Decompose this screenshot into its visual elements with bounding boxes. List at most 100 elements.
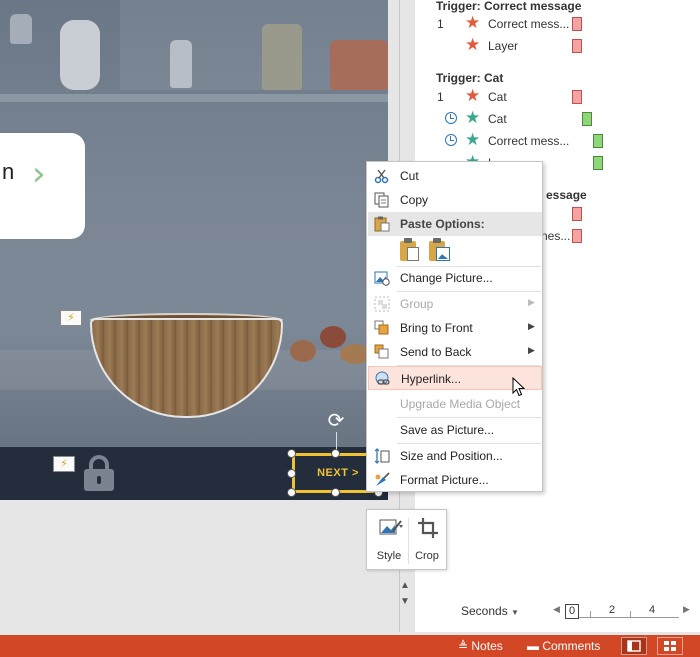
resize-handle[interactable] [287, 469, 296, 478]
menu-item-label: Bring to Front [400, 321, 473, 335]
menu-item-label: Change Picture... [400, 271, 493, 285]
style-button[interactable]: Style [371, 514, 407, 568]
context-menu: Cut Copy Paste Options: Change Picture..… [366, 161, 543, 492]
speech-text: n [2, 159, 15, 184]
menu-item-label: Copy [400, 193, 429, 207]
picture-style-icon [379, 517, 403, 539]
timing-bar[interactable] [572, 207, 582, 221]
paste-keep-formatting-icon[interactable] [397, 237, 423, 263]
menu-item-change-picture[interactable]: Change Picture... [368, 266, 542, 290]
timing-bar[interactable] [572, 229, 582, 243]
seconds-label: Seconds [461, 604, 508, 618]
comments-button[interactable]: ▬ Comments [527, 638, 600, 654]
emphasis-star-icon: ★ [465, 130, 481, 150]
resize-handle[interactable] [331, 488, 340, 497]
menu-item-label: Save as Picture... [400, 423, 495, 437]
menu-item-size-and-position[interactable]: Size and Position... [368, 444, 542, 468]
animation-row[interactable]: ★ Cat [415, 108, 700, 129]
menu-item-label: Format Picture... [400, 473, 489, 487]
trigger-title[interactable]: Trigger: Correct message [436, 0, 581, 13]
entrance-star-icon: ★ [465, 13, 481, 33]
tick-mark [590, 611, 591, 617]
notes-icon: ≜ [458, 639, 472, 653]
timing-bar[interactable] [582, 112, 592, 126]
jar-decoration [170, 40, 192, 88]
clipboard-page [407, 247, 419, 261]
animation-name: Cat [488, 112, 507, 126]
resize-handle[interactable] [287, 488, 296, 497]
crop-button[interactable]: Crop [409, 514, 445, 568]
menu-item-send-to-back[interactable]: Send to Back ▶ [368, 340, 542, 364]
entrance-star-icon: ★ [465, 86, 481, 106]
notes-button[interactable]: ≜ Notes [458, 638, 503, 654]
rotate-handle-icon[interactable]: ⟳ [325, 410, 347, 432]
resize-handle[interactable] [287, 449, 296, 458]
clock-icon [445, 134, 457, 146]
menu-item-label: Upgrade Media Object [400, 397, 521, 411]
send-to-back-icon [374, 344, 390, 360]
trigger-lightning-icon[interactable]: ⚡ [53, 456, 75, 472]
slide[interactable]: n › ⚡ ⚡ ⟳ NEXT > [0, 0, 388, 500]
copy-icon [374, 192, 390, 208]
timeline-tick: 4 [649, 604, 656, 616]
seconds-dropdown[interactable]: Seconds ▼ [461, 604, 519, 618]
fruit-decoration [320, 326, 346, 348]
timing-bar[interactable] [572, 90, 582, 104]
clock-icon [445, 112, 457, 124]
slide-sorter-view-button[interactable] [657, 637, 683, 655]
timing-bar[interactable] [572, 39, 582, 53]
emphasis-star-icon: ★ [465, 108, 481, 128]
menu-item-copy[interactable]: Copy [368, 188, 542, 212]
timeline-right-arrow-icon[interactable]: ▶ [683, 604, 690, 615]
animation-row[interactable]: ★ Layer [415, 35, 700, 56]
paste-as-picture-icon[interactable] [426, 237, 452, 263]
clipboard-picture [436, 247, 450, 261]
lock-icon[interactable] [84, 455, 114, 493]
submenu-arrow-icon: ▶ [528, 345, 535, 355]
mouse-pointer-icon [512, 377, 526, 397]
scroll-up-icon[interactable]: ▲ [400, 580, 410, 591]
submenu-arrow-icon: ▶ [528, 297, 535, 307]
size-position-icon [374, 448, 390, 464]
chevron-right-icon: › [32, 154, 46, 194]
jar-decoration [60, 20, 100, 90]
animation-row[interactable]: 1 ★ Correct mess... [415, 13, 700, 34]
animation-name: Correct mess... [488, 134, 570, 148]
menu-item-label: Paste Options: [400, 217, 485, 231]
animation-row[interactable]: ★ Correct mess... [415, 130, 700, 151]
menu-item-bring-to-front[interactable]: Bring to Front ▶ [368, 316, 542, 340]
animation-name: nes... [541, 229, 571, 243]
animation-row[interactable]: 1 ★ Cat [415, 86, 700, 107]
trigger-title[interactable]: essage [546, 188, 587, 202]
animation-number: 1 [437, 17, 444, 31]
trigger-title[interactable]: Trigger: Cat [436, 71, 503, 85]
timeline-left-arrow-icon[interactable]: ◀ [553, 604, 560, 615]
crop-icon [417, 517, 439, 539]
animation-number: 1 [437, 90, 444, 104]
menu-item-cut[interactable]: Cut [368, 164, 542, 188]
trigger-lightning-icon[interactable]: ⚡ [60, 310, 82, 326]
scroll-down-icon[interactable]: ▼ [400, 596, 410, 607]
scissors-icon [374, 168, 390, 184]
resize-handle[interactable] [331, 449, 340, 458]
menu-item-format-picture[interactable]: Format Picture... [368, 468, 542, 492]
timeline-tick: 0 [565, 604, 579, 619]
timeline-tick: 2 [609, 604, 616, 616]
entrance-star-icon: ★ [465, 35, 481, 55]
fruit-decoration [290, 340, 316, 362]
timing-bar[interactable] [593, 156, 603, 170]
timing-bar[interactable] [593, 134, 603, 148]
timing-bar[interactable] [572, 17, 582, 31]
wooden-bowl-image[interactable] [90, 318, 283, 418]
tick-mark [630, 611, 631, 617]
menu-item-group[interactable]: Group ▶ [368, 292, 542, 316]
speech-bubble[interactable]: n › [0, 133, 85, 239]
format-picture-icon [374, 472, 390, 488]
comments-label: Comments [542, 639, 601, 653]
bring-to-front-icon [374, 320, 390, 336]
jar-decoration [262, 24, 302, 90]
timeline-ruler[interactable]: 0 2 4 [565, 602, 679, 619]
menu-item-save-as-picture[interactable]: Save as Picture... [368, 418, 542, 442]
normal-view-button[interactable] [621, 637, 647, 655]
lock-keyhole [97, 476, 101, 484]
